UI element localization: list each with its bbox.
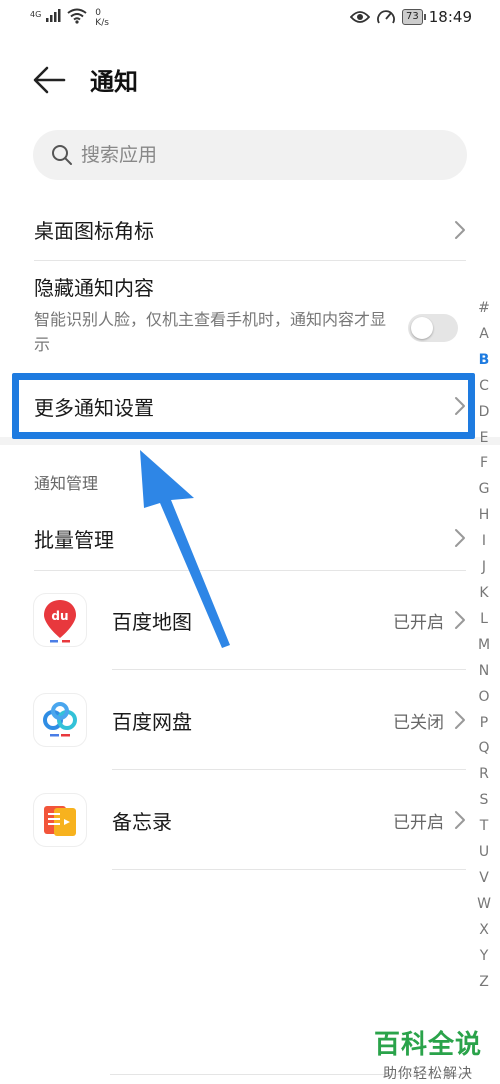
- alpha-index-letter[interactable]: V: [479, 866, 489, 892]
- page-title: 通知: [90, 68, 138, 96]
- alpha-index-letter[interactable]: J: [482, 555, 486, 581]
- baidu-netdisk-icon: [34, 694, 86, 746]
- divider: [112, 869, 466, 870]
- section-separator: [0, 437, 500, 445]
- app-row-baidu-map[interactable]: du 百度地图 已开启: [34, 570, 466, 670]
- chevron-right-icon: [455, 611, 465, 629]
- alpha-index-letter[interactable]: A: [479, 322, 489, 348]
- app-row-baidu-netdisk[interactable]: 百度网盘 已关闭: [34, 670, 466, 770]
- hide-content-title: 隐藏通知内容: [34, 276, 154, 300]
- search-icon: [52, 145, 72, 165]
- back-arrow-icon: [33, 66, 66, 94]
- search-box[interactable]: [33, 130, 467, 180]
- app-status: 已关闭: [393, 713, 444, 733]
- chevron-right-icon: [455, 811, 465, 829]
- baidu-map-icon: du: [34, 594, 86, 646]
- app-name: 百度地图: [112, 610, 192, 634]
- divider: [34, 260, 466, 261]
- status-time: 18:49: [428, 8, 472, 26]
- watermark-title: 百科全说: [373, 1030, 482, 1060]
- more-settings-label: 更多通知设置: [34, 396, 154, 420]
- alpha-index-letter[interactable]: R: [479, 762, 489, 788]
- alpha-index-letter[interactable]: Z: [479, 970, 489, 996]
- alpha-index-letter[interactable]: Q: [478, 736, 489, 762]
- watermark-subtitle: 助你轻松解决: [382, 1066, 473, 1082]
- app-status: 已开启: [393, 613, 444, 633]
- alpha-index-letter[interactable]: H: [479, 503, 490, 529]
- more-settings-row[interactable]: 更多通知设置: [34, 378, 466, 434]
- search-input[interactable]: [81, 144, 441, 166]
- net-speed: 0 K/s: [95, 8, 109, 28]
- status-left: 4G 0 K/s: [30, 8, 109, 28]
- desktop-badge-label: 桌面图标角标: [34, 219, 154, 243]
- signal-icon: [46, 9, 61, 22]
- alpha-index-letter[interactable]: I: [482, 529, 486, 555]
- desktop-badge-row[interactable]: 桌面图标角标: [34, 200, 466, 260]
- app-name: 备忘录: [112, 810, 172, 834]
- net-speed-value: 0: [95, 8, 102, 18]
- chevron-right-icon: [455, 711, 465, 729]
- alpha-index-letter[interactable]: S: [480, 788, 489, 814]
- header: 通知: [0, 52, 500, 108]
- hide-content-toggle[interactable]: [408, 314, 458, 342]
- alpha-index-letter[interactable]: B: [479, 348, 490, 374]
- watermark: 百科全说 助你轻松解决: [374, 1024, 482, 1083]
- alpha-index-letter[interactable]: K: [479, 581, 488, 607]
- alpha-index-letter[interactable]: O: [478, 685, 489, 711]
- app-name: 百度网盘: [112, 710, 192, 734]
- memo-icon: [34, 794, 86, 846]
- back-button[interactable]: [30, 60, 70, 100]
- section-label: 通知管理: [34, 474, 99, 493]
- alpha-index-letter[interactable]: P: [480, 711, 488, 737]
- hide-content-row[interactable]: 隐藏通知内容 智能识别人脸，仅机主查看手机时，通知内容才显示: [34, 272, 466, 372]
- alpha-index-letter[interactable]: Y: [480, 944, 489, 970]
- toggle-knob: [411, 317, 433, 339]
- alpha-index-letter[interactable]: G: [479, 477, 490, 503]
- status-right: 73 18:49: [350, 8, 472, 26]
- wifi-icon: [67, 8, 87, 24]
- batch-manage-row[interactable]: 批量管理: [34, 510, 466, 566]
- alpha-index-letter[interactable]: U: [479, 840, 489, 866]
- battery-indicator: 73: [402, 9, 426, 25]
- alpha-index-letter[interactable]: M: [478, 633, 490, 659]
- alphabet-index[interactable]: # A B C D E F G H I J K L M N O P Q R S T U V W X Y Z: [474, 296, 494, 995]
- alpha-index-letter[interactable]: X: [479, 918, 489, 944]
- alpha-index-letter[interactable]: E: [480, 426, 489, 452]
- alpha-index-letter[interactable]: D: [479, 400, 490, 426]
- status-bar: 4G 0 K/s 73 18:49: [0, 0, 500, 40]
- alpha-index-letter[interactable]: T: [480, 814, 489, 840]
- chevron-right-icon: [455, 221, 465, 239]
- alpha-index-letter[interactable]: L: [480, 607, 488, 633]
- speedometer-icon: [377, 10, 395, 24]
- chevron-right-icon: [455, 397, 465, 415]
- app-status: 已开启: [393, 813, 444, 833]
- alpha-index-letter[interactable]: #: [478, 296, 490, 322]
- net-speed-unit: K/s: [95, 18, 109, 28]
- alpha-index-letter[interactable]: C: [479, 374, 489, 400]
- svg-text:du: du: [51, 609, 68, 623]
- hide-content-description: 智能识别人脸，仅机主查看手机时，通知内容才显示: [34, 310, 387, 354]
- chevron-right-icon: [455, 529, 465, 547]
- alpha-index-letter[interactable]: N: [479, 659, 489, 685]
- eye-icon: [350, 11, 371, 23]
- app-row-memo[interactable]: 备忘录 已开启: [34, 770, 466, 870]
- alpha-index-letter[interactable]: F: [480, 451, 488, 477]
- alpha-index-letter[interactable]: W: [477, 892, 491, 918]
- network-type-label: 4G: [30, 10, 42, 19]
- batch-manage-label: 批量管理: [34, 528, 114, 552]
